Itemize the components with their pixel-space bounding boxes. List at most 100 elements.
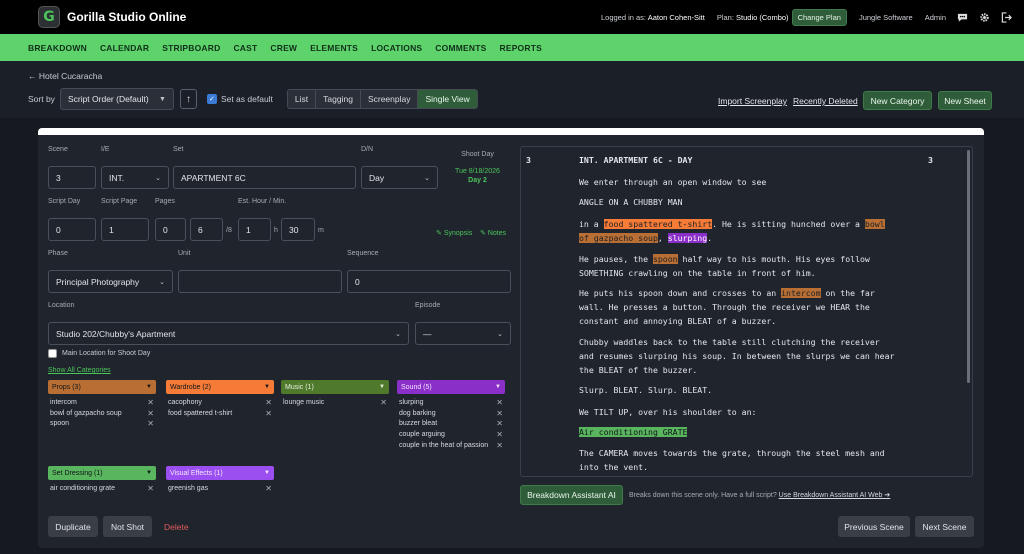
- close-icon[interactable]: ✕: [147, 409, 154, 418]
- tagged-sound[interactable]: slurping: [667, 233, 708, 243]
- category-set-dressing: Set Dressing (1) ▼ air conditioning grate…: [48, 466, 156, 494]
- close-icon[interactable]: ✕: [147, 419, 154, 428]
- sort-direction-button[interactable]: ↑: [179, 89, 197, 109]
- close-icon[interactable]: ✕: [265, 484, 272, 493]
- list-item: air conditioning grate ✕: [50, 483, 154, 493]
- est-min-input[interactable]: 30: [281, 218, 315, 241]
- assistant-web-link[interactable]: Use Breakdown Assistant AI Web ➔: [779, 492, 891, 499]
- episode-select[interactable]: — ⌄: [415, 322, 511, 345]
- est-hour-input[interactable]: 1: [238, 218, 271, 241]
- set-input[interactable]: APARTMENT 6C: [173, 166, 356, 189]
- scene-input[interactable]: 3: [48, 166, 96, 189]
- pencil-icon: ✎: [436, 230, 444, 237]
- sequence-input[interactable]: 0: [347, 270, 511, 293]
- close-icon[interactable]: ✕: [496, 409, 503, 418]
- view-tab-list[interactable]: List: [287, 90, 317, 108]
- close-icon[interactable]: ✕: [496, 419, 503, 428]
- location-select[interactable]: Studio 202/Chubby's Apartment ⌄: [48, 322, 409, 345]
- tagged-prop[interactable]: of gazpacho soup: [579, 233, 658, 243]
- script-day-input[interactable]: 0: [48, 218, 96, 241]
- nav-crew[interactable]: CREW: [270, 43, 297, 53]
- gear-icon[interactable]: [978, 11, 990, 23]
- category-header[interactable]: Visual Effects (1) ▼: [166, 466, 274, 480]
- import-screenplay-link[interactable]: Import Screenplay: [718, 96, 787, 106]
- tagged-set-dressing[interactable]: Air conditioning GRATE: [579, 427, 688, 437]
- shoot-day-number[interactable]: Day 2: [440, 177, 515, 184]
- phase-select[interactable]: Principal Photography ⌄: [48, 270, 173, 293]
- pages-eighths-input[interactable]: 6: [190, 218, 223, 241]
- nav-stripboard[interactable]: STRIPBOARD: [162, 43, 220, 53]
- nav-elements[interactable]: ELEMENTS: [310, 43, 358, 53]
- tagged-wardrobe[interactable]: food spattered t-shirt: [603, 219, 713, 229]
- admin-link[interactable]: Admin: [925, 13, 946, 22]
- pencil-icon: ✎: [480, 230, 488, 237]
- category-wardrobe: Wardrobe (2) ▼ cacophony ✕ food spattered …: [166, 380, 274, 419]
- show-all-categories-link[interactable]: Show All Categories: [48, 367, 111, 374]
- main-location-checkbox[interactable]: Main Location for Shoot Day: [48, 349, 150, 358]
- nav-calendar[interactable]: CALENDAR: [100, 43, 149, 53]
- category-header[interactable]: Set Dressing (1) ▼: [48, 466, 156, 480]
- set-default-checkbox[interactable]: ✓ Set as default: [206, 94, 273, 104]
- nav-breakdown[interactable]: BREAKDOWN: [28, 43, 87, 53]
- category-header[interactable]: Sound (5) ▼: [397, 380, 505, 394]
- category-header[interactable]: Music (1) ▼: [281, 380, 389, 394]
- unit-input[interactable]: [178, 270, 342, 293]
- delete-button[interactable]: Delete: [164, 522, 189, 532]
- new-sheet-button[interactable]: New Sheet: [938, 91, 992, 110]
- script-line: in a food spattered t-shirt. He is sitti…: [579, 219, 885, 229]
- breadcrumb-back-link[interactable]: ← Hotel Cucaracha: [28, 71, 102, 81]
- change-plan-button[interactable]: Change Plan: [791, 8, 847, 26]
- breakdown-assistant-button[interactable]: Breakdown Assistant AI: [520, 485, 623, 505]
- list-item: greenish gas ✕: [168, 483, 272, 493]
- ie-select[interactable]: INT. ⌄: [101, 166, 169, 189]
- dn-select[interactable]: Day ⌄: [361, 166, 438, 189]
- checkmark-icon: ✓: [206, 94, 217, 104]
- script-scrollbar[interactable]: [967, 150, 970, 383]
- category-header[interactable]: Props (3) ▼: [48, 380, 156, 394]
- duplicate-button[interactable]: Duplicate: [48, 516, 98, 537]
- view-tab-screenplay[interactable]: Screenplay: [360, 90, 419, 108]
- script-line: Chubby waddles back to the table still c…: [579, 337, 880, 347]
- topbar-right: Logged in as: Aaton Cohen-Sitt Plan: Stu…: [589, 0, 1012, 34]
- company-link[interactable]: Jungle Software: [859, 13, 913, 22]
- shoot-date[interactable]: Tue 8/18/2026: [440, 168, 515, 175]
- close-icon[interactable]: ✕: [496, 430, 503, 439]
- nav-locations[interactable]: LOCATIONS: [371, 43, 422, 53]
- app-logo[interactable]: G: [38, 6, 60, 28]
- chat-icon[interactable]: [956, 11, 968, 23]
- previous-scene-button[interactable]: Previous Scene: [838, 516, 910, 537]
- logout-icon[interactable]: [1000, 11, 1012, 23]
- sort-toolbar: Sort by Script Order (Default) ▼ ↑ ✓ Set a…: [28, 88, 478, 110]
- not-shot-button[interactable]: Not Shot: [103, 516, 152, 537]
- synopsis-link[interactable]: ✎ Synopsis: [436, 229, 472, 237]
- close-icon[interactable]: ✕: [265, 409, 272, 418]
- nav-cast[interactable]: CAST: [233, 43, 257, 53]
- min-unit: m: [318, 227, 324, 234]
- tagged-prop[interactable]: bowl: [864, 219, 885, 229]
- tagged-prop[interactable]: intercom: [781, 288, 821, 298]
- script-viewer[interactable]: 3 INT. APARTMENT 6C - DAY 3 We enter thr…: [520, 146, 973, 477]
- pages-whole-input[interactable]: 0: [155, 218, 186, 241]
- nav-comments[interactable]: COMMENTS: [435, 43, 486, 53]
- notes-link[interactable]: ✎ Notes: [480, 229, 506, 237]
- sort-by-label: Sort by: [28, 94, 55, 104]
- next-scene-button[interactable]: Next Scene: [915, 516, 974, 537]
- close-icon[interactable]: ✕: [496, 441, 503, 450]
- script-line: the BLEAT of the buzzer.: [579, 365, 698, 375]
- close-icon[interactable]: ✕: [496, 398, 503, 407]
- app-title: Gorilla Studio Online: [67, 10, 187, 24]
- close-icon[interactable]: ✕: [380, 398, 387, 407]
- script-page-input[interactable]: 1: [101, 218, 149, 241]
- close-icon[interactable]: ✕: [265, 398, 272, 407]
- recently-deleted-link[interactable]: Recently Deleted: [793, 96, 858, 106]
- tagged-prop[interactable]: spoon: [652, 254, 678, 264]
- sort-order-select[interactable]: Script Order (Default) ▼: [59, 88, 174, 110]
- category-header[interactable]: Wardrobe (2) ▼: [166, 380, 274, 394]
- new-category-button[interactable]: New Category: [863, 91, 932, 110]
- close-icon[interactable]: ✕: [147, 484, 154, 493]
- view-tab-tagging[interactable]: Tagging: [316, 90, 361, 108]
- view-tab-single-view[interactable]: Single View: [418, 90, 477, 108]
- close-icon[interactable]: ✕: [147, 398, 154, 407]
- list-item: lounge music ✕: [283, 397, 387, 407]
- nav-reports[interactable]: REPORTS: [499, 43, 542, 53]
